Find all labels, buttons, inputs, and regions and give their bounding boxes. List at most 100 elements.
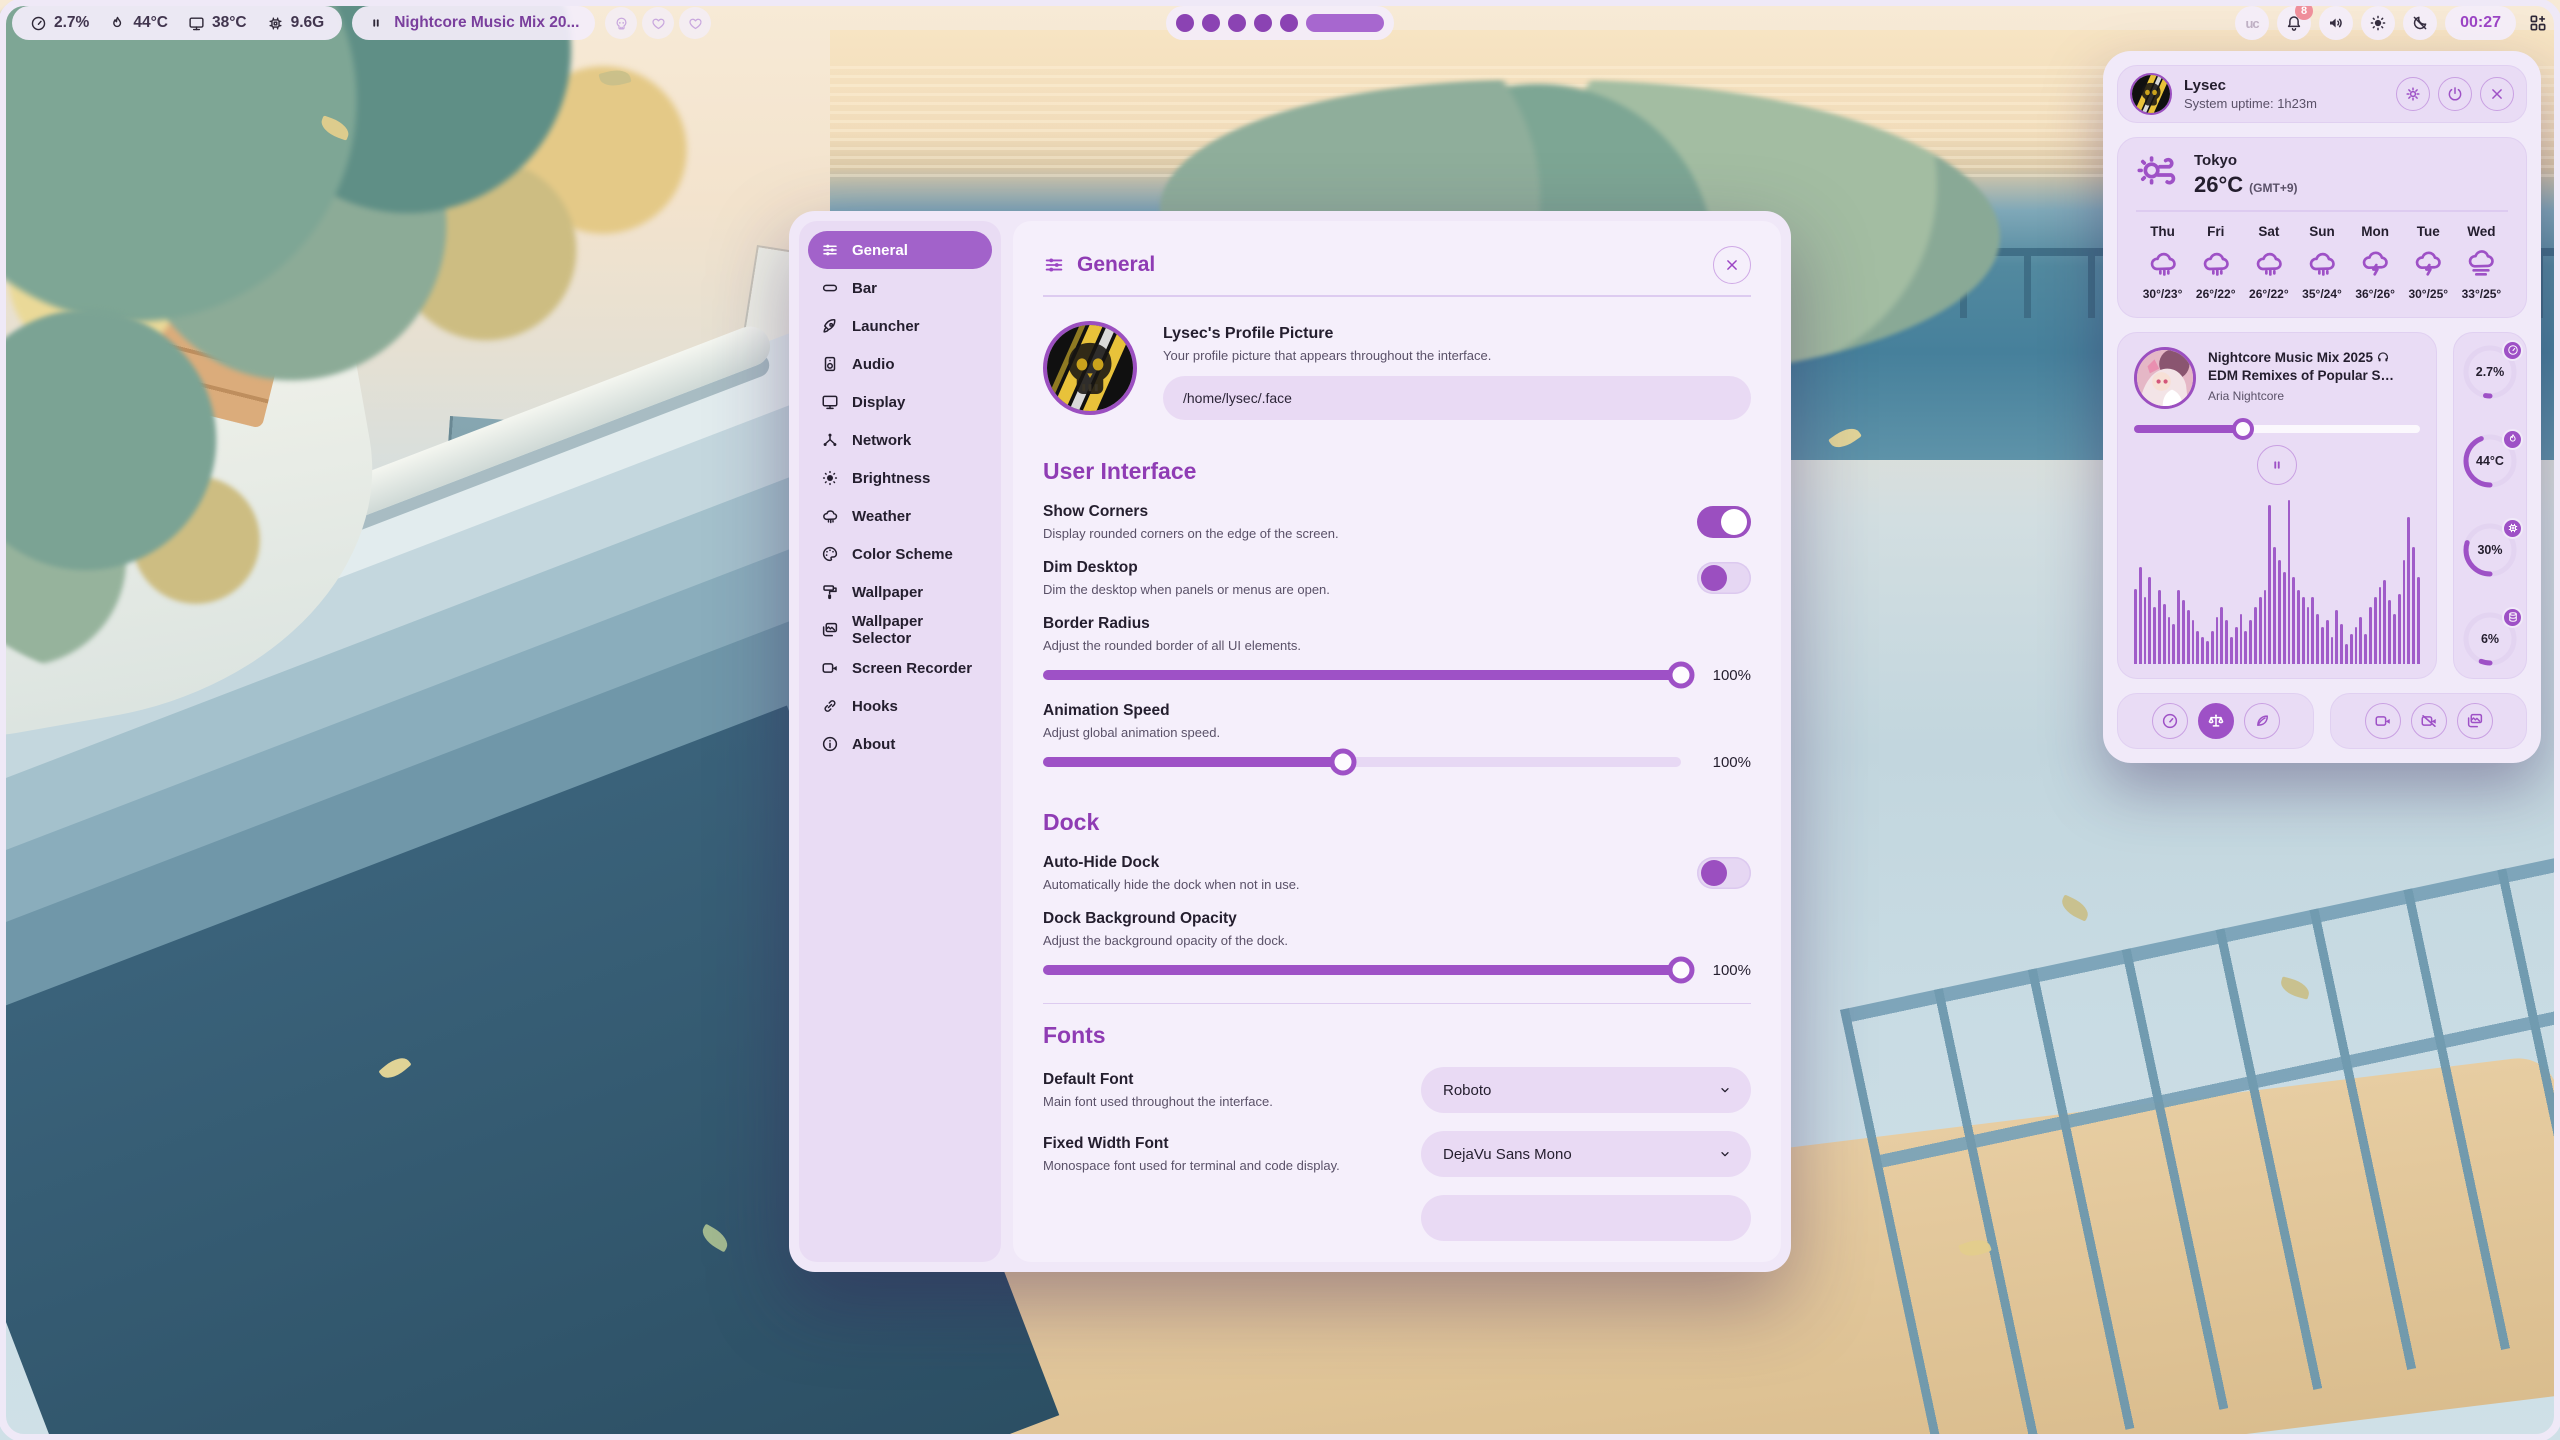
dock-opacity-row: Dock Background OpacityAdjust the backgr…: [1043, 910, 1751, 979]
profile-path-input[interactable]: /home/lysec/.face: [1163, 376, 1751, 420]
dashboard-icon[interactable]: [2528, 13, 2548, 33]
link-icon: [821, 697, 839, 715]
quick-heart-button[interactable]: [679, 7, 711, 39]
header-divider: [1043, 295, 1751, 297]
chip-icon: [267, 15, 284, 32]
stat-temperature: 44°C: [109, 14, 168, 32]
weather-divider: [2136, 210, 2508, 212]
power-profile-group: [2117, 693, 2314, 749]
workspace-dot[interactable]: [1176, 14, 1194, 32]
pause-button[interactable]: [2257, 445, 2297, 485]
sidebar-item-launcher[interactable]: Launcher: [808, 307, 992, 345]
screenshot-button[interactable]: [2457, 703, 2493, 739]
sidebar-item-hooks[interactable]: Hooks: [808, 687, 992, 725]
night-mode-button[interactable]: [2403, 6, 2437, 40]
screen-record-button[interactable]: [2365, 703, 2401, 739]
media-progress-knob[interactable]: [2232, 418, 2254, 440]
general-header-icon: [1043, 254, 1065, 276]
weather-card: Tokyo 26°C (GMT+9) Thu30°/23°Fri26°/22°S…: [2117, 137, 2527, 318]
record-stop-button[interactable]: [2411, 703, 2447, 739]
workspace-indicator[interactable]: [1166, 6, 1394, 40]
power-button[interactable]: [2438, 77, 2472, 111]
sidebar-item-wallpaper-selector[interactable]: Wallpaper Selector: [808, 611, 992, 649]
dim-desktop-toggle[interactable]: [1697, 562, 1751, 594]
dock-opacity-slider-knob[interactable]: [1668, 957, 1695, 984]
gear-icon: [2404, 85, 2422, 103]
settings-button[interactable]: [2396, 77, 2430, 111]
sidebar-item-color-scheme[interactable]: Color Scheme: [808, 535, 992, 573]
fixed-font-select[interactable]: DejaVu Sans Mono: [1421, 1131, 1751, 1177]
window-close-button[interactable]: [1713, 246, 1751, 284]
notification-badge: 8: [2295, 2, 2313, 20]
animation-speed-slider-knob[interactable]: [1329, 749, 1356, 776]
sidebar-item-display[interactable]: Display: [808, 383, 992, 421]
media-progress-slider[interactable]: [2134, 425, 2420, 433]
performance-button[interactable]: [2152, 703, 2188, 739]
dock-opacity-slider[interactable]: [1043, 965, 1681, 975]
sidebar-item-network[interactable]: Network: [808, 421, 992, 459]
tray-app-button[interactable]: uc: [2235, 6, 2269, 40]
volume-icon: [2327, 14, 2345, 32]
powersave-button[interactable]: [2244, 703, 2280, 739]
cloud-rain-icon: [2147, 247, 2179, 279]
border-radius-slider-knob[interactable]: [1668, 662, 1695, 689]
camera-icon: [2374, 712, 2392, 730]
caret-down-icon: [1717, 1082, 1733, 1098]
rocket-icon: [821, 317, 839, 335]
border-radius-slider[interactable]: [1043, 670, 1681, 680]
profile-picture[interactable]: [1043, 321, 1137, 415]
sidebar-item-audio[interactable]: Audio: [808, 345, 992, 383]
brightness-button[interactable]: [2361, 6, 2395, 40]
sidebar-item-weather[interactable]: Weather: [808, 497, 992, 535]
clock[interactable]: 00:27: [2445, 6, 2516, 40]
workspace-dot[interactable]: [1254, 14, 1272, 32]
workspace-dot[interactable]: [1202, 14, 1220, 32]
volume-button[interactable]: [2319, 6, 2353, 40]
forecast-tue: Tue30°/25°: [2402, 224, 2455, 301]
billboard-font-select[interactable]: [1421, 1195, 1751, 1241]
gauge-icon: [2161, 712, 2179, 730]
balanced-button[interactable]: [2198, 703, 2234, 739]
section-dock: Dock: [1043, 809, 1751, 836]
close-icon: [2488, 85, 2506, 103]
quick-skull-button[interactable]: [605, 7, 637, 39]
desktop: 2.7%44°C38°C9.6G Nightcore Music Mix 20.…: [0, 0, 2560, 1440]
auto-hide-dock-toggle[interactable]: [1697, 857, 1751, 889]
panel-close-button[interactable]: [2480, 77, 2514, 111]
settings-window: GeneralBarLauncherAudioDisplayNetworkBri…: [789, 211, 1791, 1272]
brightness-icon: [821, 469, 839, 487]
flame-icon: [109, 15, 126, 32]
forecast-sun: Sun35°/24°: [2295, 224, 2348, 301]
sidebar-item-general[interactable]: General: [808, 231, 992, 269]
workspace-active-pill[interactable]: [1306, 14, 1384, 32]
media-player-card: Nightcore Music Mix 2025 EDM Remixes of …: [2117, 332, 2437, 680]
settings-content: General: [1013, 221, 1781, 1262]
animation-speed-slider[interactable]: [1043, 757, 1681, 767]
cloud-rain-icon: [2306, 247, 2338, 279]
sidebar-item-bar[interactable]: Bar: [808, 269, 992, 307]
cloud-rain-icon: [2200, 247, 2232, 279]
show-corners-toggle[interactable]: [1697, 506, 1751, 538]
page-title: General: [1077, 253, 1155, 277]
sidebar-item-about[interactable]: About: [808, 725, 992, 763]
cloud-bolt-icon: [2412, 247, 2444, 279]
media-pill[interactable]: Nightcore Music Mix 20...: [352, 6, 595, 40]
quick-heart-button[interactable]: [642, 7, 674, 39]
sidebar-item-screen-recorder[interactable]: Screen Recorder: [808, 649, 992, 687]
default-font-select[interactable]: Roboto: [1421, 1067, 1751, 1113]
scales-icon: [2207, 712, 2225, 730]
sidebar-item-wallpaper[interactable]: Wallpaper: [808, 573, 992, 611]
notifications-button[interactable]: 8: [2277, 6, 2311, 40]
workspace-dot[interactable]: [1280, 14, 1298, 32]
profile-description: Your profile picture that appears throug…: [1163, 348, 1751, 363]
stat-memory: 9.6G: [267, 14, 325, 32]
system-stats-pill[interactable]: 2.7%44°C38°C9.6G: [12, 6, 342, 40]
camera-off-icon: [2420, 712, 2438, 730]
sidebar-item-brightness[interactable]: Brightness: [808, 459, 992, 497]
leaf-icon: [2253, 712, 2271, 730]
pause-icon: [2269, 457, 2285, 473]
stat-gpu: 38°C: [188, 14, 247, 32]
images-icon: [2466, 712, 2484, 730]
border-radius-row: Border RadiusAdjust the rounded border o…: [1043, 615, 1751, 684]
workspace-dot[interactable]: [1228, 14, 1246, 32]
